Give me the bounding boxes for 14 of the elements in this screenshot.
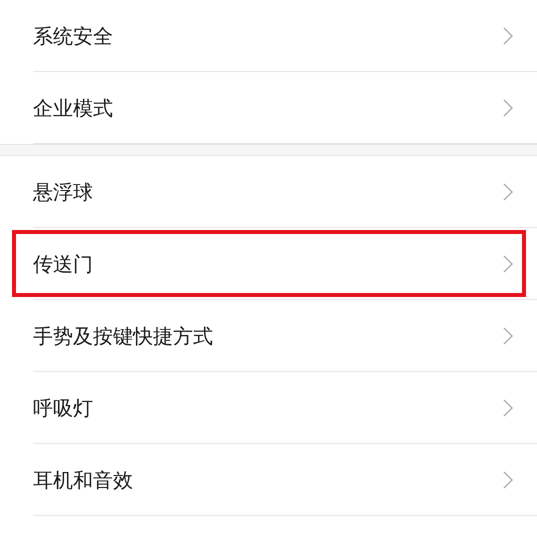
chevron-right-icon bbox=[503, 471, 513, 489]
chevron-right-icon bbox=[503, 183, 513, 201]
setting-label: 悬浮球 bbox=[33, 179, 94, 206]
setting-label: 系统安全 bbox=[33, 23, 114, 50]
setting-label: 企业模式 bbox=[33, 95, 114, 122]
chevron-right-icon bbox=[503, 399, 513, 417]
setting-label: 耳机和音效 bbox=[33, 467, 134, 494]
chevron-right-icon bbox=[503, 27, 513, 45]
setting-label: 呼吸灯 bbox=[33, 395, 94, 422]
chevron-right-icon bbox=[503, 327, 513, 345]
chevron-right-icon bbox=[503, 255, 513, 273]
setting-label: 手势及按键快捷方式 bbox=[33, 323, 214, 350]
chevron-right-icon bbox=[503, 99, 513, 117]
setting-label: 传送门 bbox=[33, 251, 94, 278]
